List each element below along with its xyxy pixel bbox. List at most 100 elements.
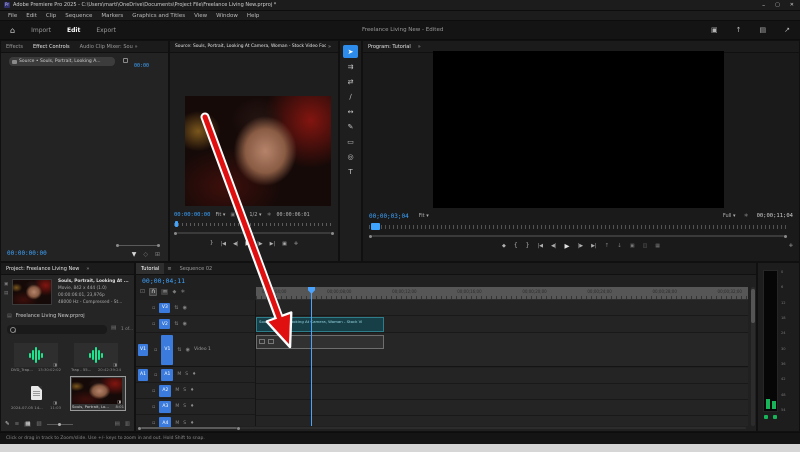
keyframe-icon[interactable]: ◇	[143, 252, 148, 258]
program-video-frame[interactable]	[433, 51, 724, 208]
program-scrollbar[interactable]	[369, 234, 787, 238]
solo-button[interactable]: S	[183, 421, 186, 426]
snap-icon[interactable]: ∩	[149, 288, 158, 296]
audio-track-a4[interactable]	[256, 416, 748, 426]
add-marker-icon[interactable]: ◆	[502, 243, 506, 249]
tab-effect-controls[interactable]: Effect Controls	[28, 41, 75, 52]
menu-graphics-titles[interactable]: Graphics and Titles	[128, 13, 189, 19]
audio-track-a2[interactable]	[256, 384, 748, 400]
solo-button[interactable]: S	[185, 372, 188, 377]
lock-icon[interactable]: ▫	[152, 305, 155, 311]
source-mini-ruler[interactable]	[174, 223, 334, 226]
comparison-view-icon[interactable]: ◫	[643, 243, 648, 249]
selection-tool[interactable]: ➤	[343, 45, 358, 58]
nav-edit[interactable]: Edit	[59, 27, 88, 34]
program-mini-ruler[interactable]	[369, 225, 787, 229]
fullscreen-icon[interactable]: ↗	[775, 26, 800, 34]
minimize-button[interactable]: –	[757, 2, 770, 9]
video-track-v3[interactable]	[256, 300, 748, 316]
rectangle-tool[interactable]: ▭	[343, 135, 358, 148]
track-target-a1[interactable]: A1	[161, 368, 174, 381]
effect-controls-timecode[interactable]: 00:00:00:00	[7, 250, 47, 257]
sync-lock-icon[interactable]: ⇅	[177, 347, 181, 353]
project-item-document[interactable]: ◨ 2024-07-05 14... 11:03	[11, 381, 61, 410]
step-back-icon[interactable]: ◀|	[233, 241, 239, 247]
eye-icon[interactable]: ◉	[183, 321, 187, 327]
close-button[interactable]: ✕	[785, 2, 800, 8]
linked-selection-icon[interactable]: ∞	[161, 289, 169, 295]
go-to-out-icon[interactable]: ▶|	[270, 241, 276, 247]
source-tab-overflow-icon[interactable]: »	[326, 41, 333, 52]
tab-audio-clip-mixer[interactable]: Audio Clip Mixer: Souls, Portrait, Look	[75, 41, 133, 52]
slip-tool[interactable]: ↔	[343, 105, 358, 118]
pen-tool[interactable]: ✎	[343, 120, 358, 133]
sort-icon[interactable]: ▤	[115, 421, 120, 428]
program-button-editor-icon[interactable]: ✚	[789, 244, 793, 249]
track-name-video-1[interactable]: Video 1	[194, 347, 211, 352]
extract-icon[interactable]: ↓	[617, 243, 622, 250]
export-frame-icon[interactable]: ▣	[282, 241, 287, 247]
eye-icon[interactable]: ◉	[183, 305, 187, 311]
source-resolution-dropdown[interactable]: 1/2 ▾	[249, 212, 261, 218]
track-target-v1[interactable]: V1	[161, 334, 174, 365]
nest-toggle-icon[interactable]: ⊡	[140, 289, 145, 295]
program-resolution-dropdown[interactable]: Full ▾	[723, 213, 736, 219]
timeline-clip[interactable]: Souls, Portrait, Looking At Camera, Woma…	[256, 317, 384, 332]
voiceover-mic-icon[interactable]: ♦	[190, 404, 194, 409]
edit-pencil-icon[interactable]: ✎	[5, 421, 10, 428]
source-playhead[interactable]	[175, 221, 178, 227]
menu-sequence[interactable]: Sequence	[61, 13, 96, 19]
step-forward-icon[interactable]: |▶	[578, 243, 584, 249]
tab-program[interactable]: Program: Tutorial	[363, 41, 416, 52]
lock-icon[interactable]: ▫	[152, 404, 155, 410]
menu-file[interactable]: File	[4, 13, 21, 19]
play-icon[interactable]: ▶	[245, 241, 250, 247]
list-view-icon[interactable]: ≡	[15, 421, 20, 428]
source-scrollbar[interactable]	[174, 231, 334, 235]
filter-properties-icon[interactable]: ▼	[132, 252, 137, 258]
lift-icon[interactable]: ↑	[605, 243, 610, 250]
go-to-out-icon[interactable]: ▶|	[591, 243, 597, 249]
search-filter-icon[interactable]: ▤	[111, 325, 116, 332]
timeline-panel-menu-icon[interactable]: ≡	[164, 263, 174, 274]
track-target-v2[interactable]: V2	[159, 319, 171, 329]
menu-view[interactable]: View	[190, 13, 211, 19]
timeline-settings-wrench-icon[interactable]: ∗	[180, 289, 185, 295]
source-fit-dropdown[interactable]: Fit ▾	[215, 212, 225, 218]
project-item-audio-2[interactable]: ◨ Trap - 55... 20:42:39:24	[71, 343, 121, 372]
timeline-playhead-line[interactable]	[311, 287, 312, 426]
nav-export[interactable]: Export	[88, 27, 124, 34]
track-select-forward-tool[interactable]: ⇉	[343, 60, 358, 73]
timeline-h-scrollbar[interactable]	[138, 426, 746, 430]
play-icon[interactable]: ▶	[565, 243, 570, 250]
mark-out-icon[interactable]: }	[210, 241, 214, 247]
mute-button[interactable]: M	[175, 388, 179, 393]
voiceover-mic-icon[interactable]: ♦	[192, 372, 196, 377]
drag-video-only-icon[interactable]: ▣	[230, 212, 235, 218]
go-to-in-icon[interactable]: |◀	[220, 241, 226, 247]
track-target-a2[interactable]: A2	[159, 384, 172, 397]
add-marker-icon[interactable]: ◆	[172, 289, 176, 295]
ripple-edit-tool[interactable]: ⇄	[343, 75, 358, 88]
mark-out-icon[interactable]: }	[526, 243, 530, 249]
tab-project[interactable]: Project: Freelance Living New	[1, 263, 85, 274]
tab-overflow-icon[interactable]: »	[133, 41, 140, 52]
drag-audio-only-icon[interactable]: ∿	[240, 212, 244, 218]
sync-lock-icon[interactable]: ⇅	[174, 321, 178, 327]
mark-in-icon[interactable]: {	[514, 243, 518, 249]
preview-thumbnail[interactable]	[12, 279, 52, 305]
tab-effects[interactable]: Effects	[1, 41, 28, 52]
hand-tool[interactable]: ◎	[343, 150, 358, 163]
program-fit-dropdown[interactable]: Fit ▾	[419, 213, 429, 219]
menu-help[interactable]: Help	[243, 13, 264, 19]
source-patch-v1[interactable]: V1	[138, 343, 148, 356]
new-bin-icon[interactable]: ▥	[125, 421, 130, 428]
menu-edit[interactable]: Edit	[22, 13, 41, 19]
program-timecode[interactable]: 00;00;03;04	[369, 213, 409, 220]
tab-source[interactable]: Source: Souls, Portrait, Looking At Came…	[170, 41, 326, 52]
source-clip-button[interactable]: Source • Souls, Portrait, Looking A...	[9, 57, 115, 66]
menu-clip[interactable]: Clip	[42, 13, 60, 19]
timeline-ruler[interactable]: 00;00;04;00 00;00;08;00 00;00;12;00 00;0…	[256, 287, 748, 300]
freeform-view-icon[interactable]: ▧	[36, 421, 41, 428]
mute-button[interactable]: M	[175, 421, 179, 426]
